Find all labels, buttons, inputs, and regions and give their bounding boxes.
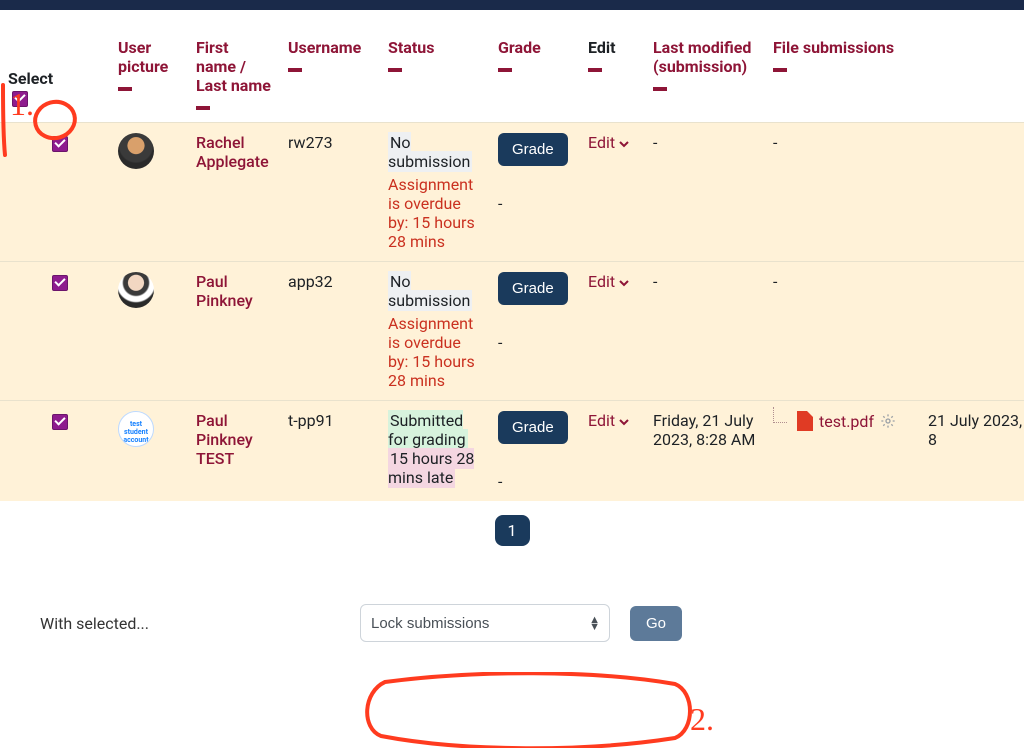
file-none: - — [773, 133, 777, 152]
grade-button[interactable]: Grade — [498, 411, 568, 444]
header-user-picture[interactable]: User picture — [118, 38, 168, 76]
table-row: Rachel Applegate rw273 No submissionAssign… — [0, 123, 1024, 262]
collapse-icon[interactable] — [288, 68, 302, 72]
bulk-label: With selected... — [40, 614, 340, 633]
last-modified: Friday, 21 July 2023, 8:28 AM — [653, 411, 755, 449]
status-late: 15 hours 28 mins late — [388, 448, 474, 488]
edit-menu[interactable]: Edit — [588, 272, 629, 291]
header-edit[interactable]: Edit — [588, 38, 616, 57]
edit-menu[interactable]: Edit — [588, 411, 629, 430]
status-no-submission: No submission — [388, 132, 472, 172]
row-select-checkbox[interactable] — [52, 136, 68, 152]
username: app32 — [288, 272, 333, 291]
collapse-icon[interactable] — [498, 68, 512, 72]
annotation-2: 2. — [690, 701, 714, 737]
header-file-submissions[interactable]: File submissions — [773, 38, 894, 57]
go-button[interactable]: Go — [630, 606, 682, 641]
status-submitted: Submitted for grading — [388, 410, 468, 450]
pdf-icon — [797, 411, 813, 431]
avatar[interactable]: test student account — [118, 411, 154, 447]
user-name-link[interactable]: Rachel Applegate — [196, 133, 269, 171]
row-select-checkbox[interactable] — [52, 275, 68, 291]
header-username[interactable]: Username — [288, 38, 361, 57]
chevron-down-icon — [619, 417, 629, 427]
user-name-link[interactable]: Paul Pinkney TEST — [196, 411, 253, 468]
gear-icon[interactable] — [880, 413, 896, 429]
header-select: Select — [8, 69, 53, 88]
username: rw273 — [288, 133, 333, 152]
user-name-link[interactable]: Paul Pinkney — [196, 272, 253, 310]
tree-elbow-icon — [773, 407, 787, 423]
collapse-icon[interactable] — [196, 106, 210, 110]
collapse-icon[interactable] — [388, 68, 402, 72]
status-overdue: Assignment is overdue by: 15 hours 28 mi… — [388, 314, 482, 390]
status-overdue: Assignment is overdue by: 15 hours 28 mi… — [388, 175, 482, 251]
collapse-icon[interactable] — [118, 87, 132, 91]
table-row: Paul Pinkney app32 No submissionAssignment… — [0, 262, 1024, 401]
file-date: 21 July 2023, 8 — [928, 411, 1022, 449]
bulk-action-bar: With selected... Lock submissions ▲▼ Go — [0, 554, 1024, 662]
file-link[interactable]: test.pdf — [819, 412, 874, 431]
table-row: test student account Paul Pinkney TEST t-p… — [0, 401, 1024, 502]
page-current[interactable]: 1 — [495, 515, 530, 546]
row-select-checkbox[interactable] — [52, 414, 68, 430]
header-name[interactable]: First name / Last name — [196, 38, 271, 95]
select-all-checkbox[interactable] — [12, 91, 28, 107]
avatar[interactable] — [118, 272, 154, 308]
chevron-down-icon — [619, 278, 629, 288]
collapse-icon[interactable] — [773, 68, 787, 72]
file-none: - — [773, 272, 777, 291]
grade-button[interactable]: Grade — [498, 272, 568, 305]
bulk-action-select[interactable]: Lock submissions — [360, 604, 610, 642]
header-grade[interactable]: Grade — [498, 38, 541, 57]
header-last-modified[interactable]: Last modified (submission) — [653, 38, 751, 76]
last-modified: - — [653, 272, 657, 291]
avatar[interactable] — [118, 133, 154, 169]
status-no-submission: No submission — [388, 271, 472, 311]
header-status[interactable]: Status — [388, 38, 434, 57]
last-modified: - — [653, 133, 657, 152]
username: t-pp91 — [288, 411, 334, 430]
collapse-icon[interactable] — [653, 87, 667, 91]
collapse-icon[interactable] — [588, 68, 602, 72]
chevron-down-icon — [619, 139, 629, 149]
grade-value: - — [498, 472, 572, 491]
window-top-bar — [0, 0, 1024, 10]
pagination: 1 — [0, 501, 1024, 554]
grade-button[interactable]: Grade — [498, 133, 568, 166]
submissions-table: Select User picture First name / Last na… — [0, 10, 1024, 501]
grade-value: - — [498, 194, 572, 213]
edit-menu[interactable]: Edit — [588, 133, 629, 152]
grade-value: - — [498, 333, 572, 352]
